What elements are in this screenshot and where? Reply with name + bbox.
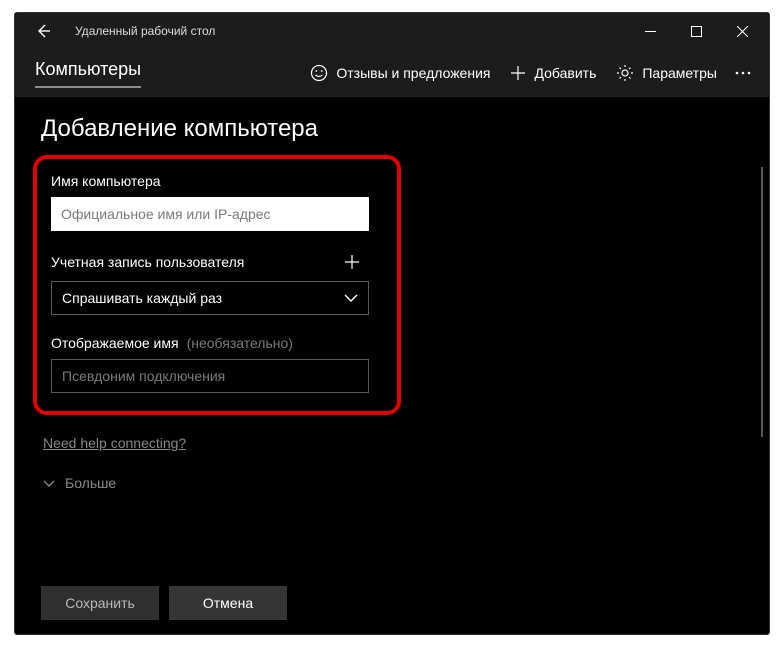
plus-icon xyxy=(345,255,359,269)
help-link[interactable]: Need help connecting? xyxy=(43,435,186,451)
tab-computers[interactable]: Компьютеры xyxy=(35,59,141,88)
display-name-label-row: Отображаемое имя (необязательно) xyxy=(51,335,383,351)
add-button[interactable]: Добавить xyxy=(500,59,606,87)
window-controls xyxy=(627,15,765,47)
more-button[interactable] xyxy=(727,65,759,81)
maximize-icon xyxy=(691,26,702,37)
app-window: Удаленный рабочий стол Компьютеры Отзывы… xyxy=(14,12,770,635)
computer-name-input[interactable] xyxy=(51,197,369,231)
close-button[interactable] xyxy=(719,15,765,47)
smiley-icon xyxy=(310,64,328,82)
settings-button[interactable]: Параметры xyxy=(606,58,727,88)
add-user-account-button[interactable] xyxy=(335,251,369,273)
display-name-input[interactable] xyxy=(51,359,369,393)
user-account-value: Спрашивать каждый раз xyxy=(62,290,222,306)
feedback-button[interactable]: Отзывы и предложения xyxy=(300,58,500,88)
cancel-button[interactable]: Отмена xyxy=(169,586,287,620)
gear-icon xyxy=(616,64,634,82)
button-row: Сохранить Отмена xyxy=(41,586,287,620)
highlighted-form-section: Имя компьютера Учетная запись пользовате… xyxy=(33,155,401,415)
more-icon xyxy=(735,71,751,75)
titlebar: Удаленный рабочий стол xyxy=(15,13,769,49)
minimize-icon xyxy=(645,26,656,37)
expand-label: Больше xyxy=(65,475,116,491)
chevron-down-icon xyxy=(344,294,358,302)
settings-label: Параметры xyxy=(642,65,717,81)
maximize-button[interactable] xyxy=(673,15,719,47)
page-heading: Добавление компьютера xyxy=(41,115,743,143)
computer-name-label: Имя компьютера xyxy=(51,173,383,189)
display-name-optional: (необязательно) xyxy=(187,335,293,351)
plus-icon xyxy=(510,65,526,81)
close-icon xyxy=(737,26,748,37)
user-account-select[interactable]: Спрашивать каждый раз xyxy=(51,281,369,315)
minimize-button[interactable] xyxy=(627,15,673,47)
content-area: Добавление компьютера Имя компьютера Уче… xyxy=(15,97,769,634)
user-account-label: Учетная запись пользователя xyxy=(51,254,244,270)
arrow-left-icon xyxy=(35,23,51,39)
back-button[interactable] xyxy=(27,15,59,47)
add-label: Добавить xyxy=(534,65,596,81)
feedback-label: Отзывы и предложения xyxy=(336,65,490,81)
save-button[interactable]: Сохранить xyxy=(41,586,159,620)
app-title: Удаленный рабочий стол xyxy=(75,24,627,38)
scrollbar[interactable] xyxy=(761,167,763,437)
expand-more-button[interactable]: Больше xyxy=(43,475,743,491)
display-name-label: Отображаемое имя xyxy=(51,335,179,351)
chevron-down-icon xyxy=(43,480,55,487)
toolbar: Компьютеры Отзывы и предложения Добавить… xyxy=(15,49,769,97)
